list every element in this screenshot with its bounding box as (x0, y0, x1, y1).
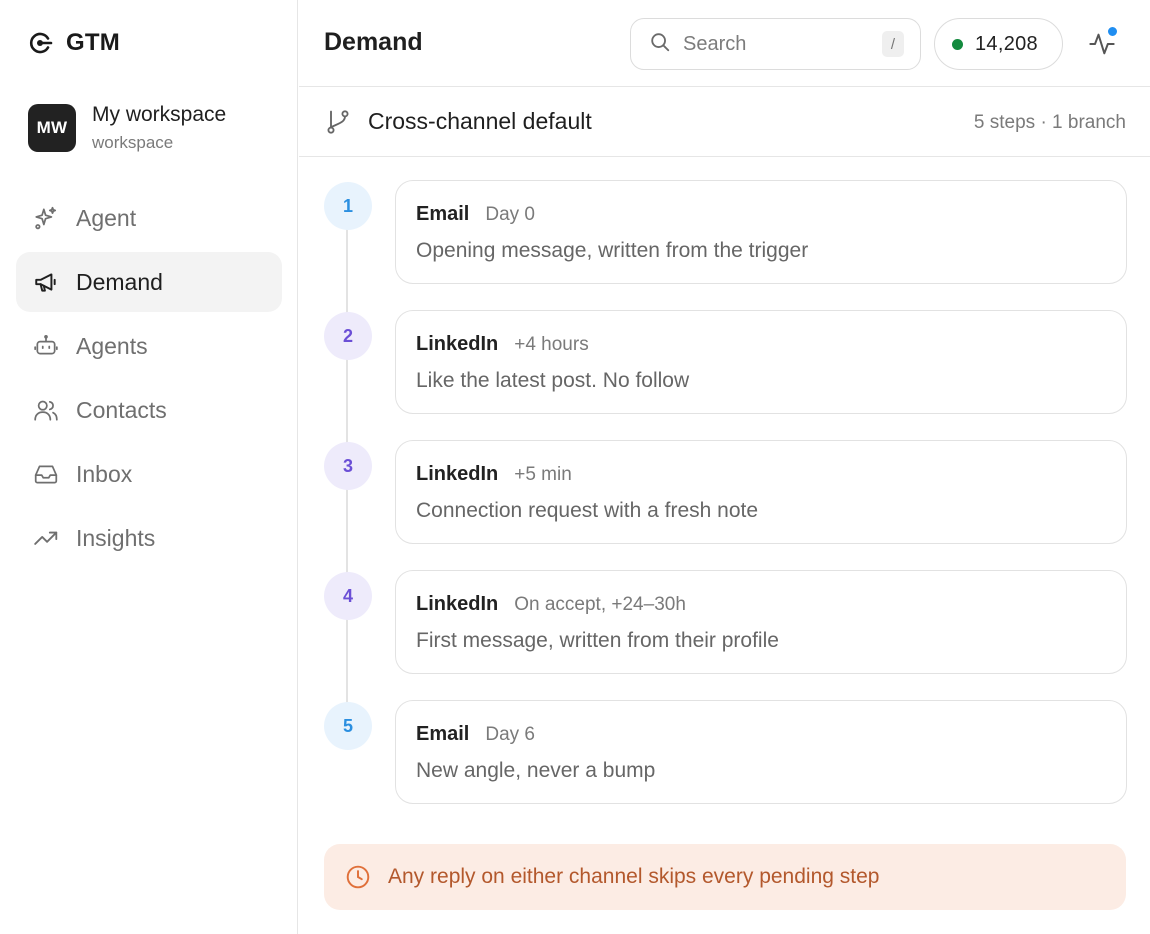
step-channel: LinkedIn (416, 593, 499, 615)
step-card[interactable]: Email Day 6 New angle, never a bump (395, 700, 1127, 804)
step-description: Connection request with a fresh note (416, 499, 759, 522)
workspace-avatar: MW (28, 104, 76, 152)
step-card[interactable]: LinkedIn +4 hours Like the latest post. … (395, 310, 1127, 414)
step-timing: +4 hours (514, 334, 589, 355)
sidebar-item-label: Agent (76, 204, 137, 231)
target-icon (26, 29, 54, 57)
page-title: Demand (324, 28, 423, 56)
step-channel: Email (416, 723, 470, 745)
sidebar-item-insights[interactable]: Insights (16, 508, 282, 568)
workspace-name: My workspace (92, 103, 227, 126)
search-icon (649, 31, 671, 58)
robot-icon (32, 332, 60, 360)
brand[interactable]: GTM (26, 28, 120, 58)
sequence-header: Cross-channel default 5 steps · 1 branch (299, 88, 1150, 157)
sidebar-item-label: Demand (76, 268, 163, 295)
notice-text: Any reply on either channel skips every … (388, 865, 880, 888)
sidebar: GTM MW My workspace workspace Agent Dema… (0, 0, 298, 934)
sequence-meta: 5 steps · 1 branch (973, 112, 1126, 133)
top-bar: Demand / 14,208 (299, 0, 1150, 87)
step-timing: Day 0 (485, 204, 535, 225)
step-number-badge: 5 (324, 702, 372, 750)
step-description: Opening message, written from the trigge… (416, 239, 809, 262)
step-card[interactable]: LinkedIn On accept, +24–30h First messag… (395, 570, 1127, 674)
sidebar-item-inbox[interactable]: Inbox (16, 444, 282, 504)
sidebar-item-label: Contacts (76, 396, 167, 423)
users-icon (32, 396, 60, 424)
sequence-title: Cross-channel default (368, 108, 592, 134)
git-branch-icon (324, 108, 352, 136)
sparkles-icon (32, 204, 60, 232)
step-number-badge: 2 (324, 312, 372, 360)
sidebar-item-label: Agents (76, 332, 148, 359)
workspace-switcher[interactable]: MW My workspace workspace (28, 103, 226, 153)
sequence-steps: 1 Email Day 0 Opening message, written f… (299, 158, 1150, 838)
step-card[interactable]: Email Day 0 Opening message, written fro… (395, 180, 1127, 284)
sidebar-item-label: Insights (76, 524, 156, 551)
sidebar-item-demand[interactable]: Demand (16, 252, 282, 312)
clock-icon (344, 863, 372, 891)
step-number-badge: 4 (324, 572, 372, 620)
credits-value: 14,208 (975, 32, 1038, 55)
step-timing: +5 min (514, 464, 572, 485)
skip-rule-notice: Any reply on either channel skips every … (324, 844, 1126, 910)
app-window: GTM MW My workspace workspace Agent Dema… (0, 0, 1150, 934)
activity-button[interactable] (1084, 26, 1120, 64)
sidebar-item-agents[interactable]: Agents (16, 316, 282, 376)
workspace-subtitle: workspace (92, 133, 174, 152)
sidebar-item-label: Inbox (76, 460, 133, 487)
step-channel: LinkedIn (416, 333, 499, 355)
step-description: Like the latest post. No follow (416, 369, 690, 392)
megaphone-icon (32, 268, 60, 296)
step-number-badge: 1 (324, 182, 372, 230)
inbox-icon (32, 460, 60, 488)
notification-dot (1107, 26, 1118, 37)
step-description: New angle, never a bump (416, 759, 656, 782)
credits-badge[interactable]: 14,208 (934, 18, 1063, 70)
step-channel: LinkedIn (416, 463, 499, 485)
sidebar-item-agent[interactable]: Agent (16, 188, 282, 248)
sidebar-nav: Agent Demand Agents Contacts Inbox Insig… (16, 188, 282, 572)
brand-name: GTM (66, 29, 120, 56)
status-dot (952, 38, 963, 50)
sidebar-item-contacts[interactable]: Contacts (16, 380, 282, 440)
step-description: First message, written from their profil… (416, 629, 779, 652)
step-timing: Day 6 (485, 724, 535, 745)
step-number-badge: 3 (324, 442, 372, 490)
search-shortcut-key: / (882, 31, 904, 57)
trending-up-icon (32, 524, 60, 552)
step-timing: On accept, +24–30h (514, 594, 686, 615)
search-box[interactable]: / (630, 18, 921, 70)
step-channel: Email (416, 203, 470, 225)
search-input[interactable] (683, 32, 863, 56)
step-card[interactable]: LinkedIn +5 min Connection request with … (395, 440, 1127, 544)
